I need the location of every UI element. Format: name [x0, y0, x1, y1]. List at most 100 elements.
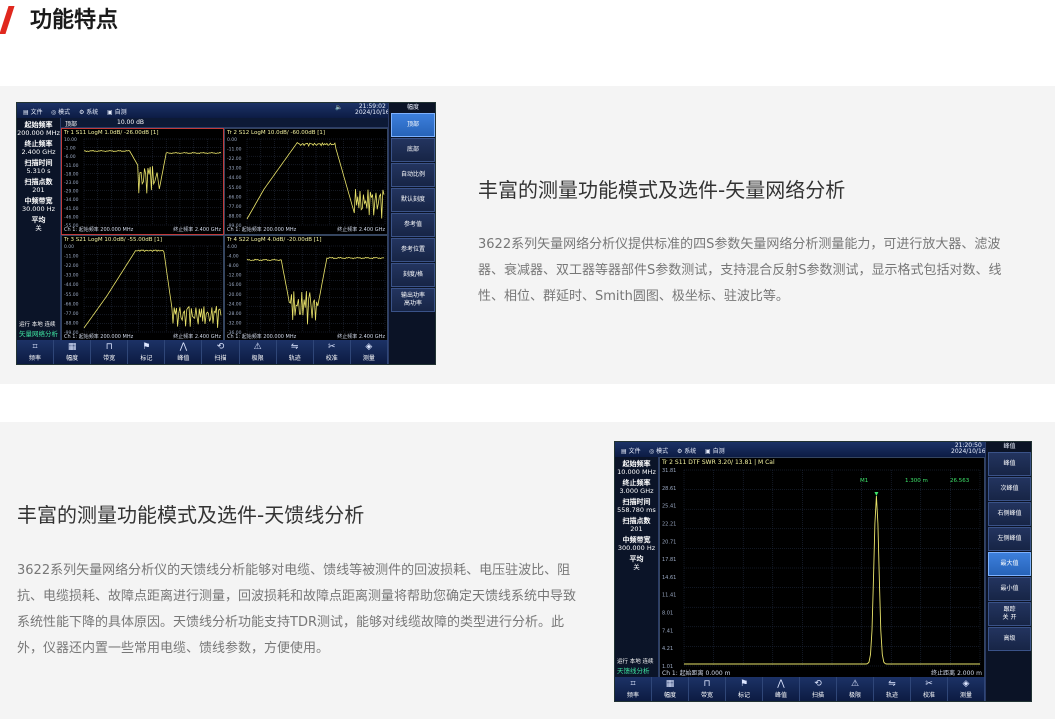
- fkey-1[interactable]: ▦ 幅度: [54, 340, 92, 364]
- param-label: 中频带宽: [622, 536, 651, 544]
- param-label: 扫描时间: [24, 159, 53, 167]
- fkey-6[interactable]: ⚠ 极限: [240, 340, 277, 364]
- fkey-label: 极限: [251, 355, 264, 362]
- softkey-menu-title: 幅度: [406, 104, 419, 111]
- param-5[interactable]: 平均关: [17, 216, 60, 232]
- softkey-2[interactable]: 右侧峰值: [988, 502, 1031, 526]
- y-tick-label: 31.81: [662, 468, 676, 474]
- y-tick-label: -4.00: [227, 254, 239, 260]
- param-1[interactable]: 终止频率 2.400 GHz: [17, 140, 60, 156]
- param-2[interactable]: 扫描时间 558.780 ms: [615, 498, 658, 514]
- softkey-3[interactable]: 左侧峰值: [988, 527, 1031, 551]
- fkey-7[interactable]: ⇋ 轨迹: [874, 677, 911, 701]
- y-tick-label: 4.00: [227, 244, 237, 250]
- menu-mode[interactable]: ◎ 模式: [51, 107, 70, 116]
- softkey-6[interactable]: 刻度/格: [391, 263, 435, 287]
- menu-file[interactable]: ▤ 文件: [23, 107, 43, 116]
- menu-system[interactable]: ⚙ 系统: [677, 446, 696, 455]
- active-param-value[interactable]: 10.00 dB: [117, 119, 144, 126]
- fkey-2[interactable]: ⊓ 带宽: [91, 340, 129, 364]
- fkey-5[interactable]: ⟲ 扫描: [800, 677, 837, 701]
- param-2[interactable]: 扫描时间 5.310 s: [17, 159, 60, 175]
- cable-screenshot: ▤ 文件 ◎ 模式 ⚙ 系统 ▣ 自测 21:20:50 2024/10/16 起…: [614, 441, 1032, 702]
- y-tick-label: -8.00: [227, 263, 239, 269]
- softkey-7[interactable]: 输出功率 高功率: [391, 288, 435, 312]
- fkey-5[interactable]: ⟲ 扫描: [202, 340, 240, 364]
- sweep-icon: ⟲: [216, 342, 225, 352]
- param-3[interactable]: 扫描点数 201: [615, 517, 658, 533]
- fkey-2[interactable]: ⊓ 带宽: [689, 677, 726, 701]
- menu-quick[interactable]: ▣ 自测: [705, 446, 725, 455]
- softkey-0[interactable]: 顶部: [391, 113, 435, 137]
- softkey-6[interactable]: 跟踪 关 开: [988, 602, 1031, 626]
- fkey-3[interactable]: ⚑ 标记: [128, 340, 166, 364]
- feature-band-cable: 丰富的测量功能模式及选件-天馈线分析 3622系列矢量网络分析仪的天馈线分析能够…: [0, 422, 1055, 719]
- y-tick-label: -11.00: [64, 254, 79, 260]
- param-0[interactable]: 起始频率 10.000 MHz: [615, 460, 658, 476]
- active-entry-bar: 顶部 10.00 dB: [61, 118, 388, 128]
- plot-area[interactable]: 31.81 28.61 25.41 22.21 20.71 17.81 14.61 11.41…: [659, 457, 985, 679]
- trace-pane-2[interactable]: 0.00 -11.00 -22.00 -33.00 -44.00 -55.00 -66.00…: [224, 128, 388, 235]
- dtf-swr-chart: 31.81 28.61 25.41 22.21 20.71 17.81 14.61 11.41…: [662, 468, 981, 670]
- param-value: 30.000 Hz: [21, 205, 56, 213]
- softkey-1[interactable]: 次峰值: [988, 477, 1031, 501]
- fkey-9[interactable]: ◈ 测量: [351, 340, 388, 364]
- softkey-1[interactable]: 底部: [391, 138, 435, 162]
- param-4[interactable]: 中频带宽 300.000 Hz: [615, 536, 658, 552]
- trace-1-footer: Ch 1: 起始频率 200.000 MHz 终止频率 2.400 GHz: [64, 227, 221, 233]
- menu-system[interactable]: ⚙ 系统: [79, 107, 98, 116]
- menu-quick[interactable]: ▣ 自测: [107, 107, 127, 116]
- trace-pane-1[interactable]: 10.00 -1.00 -6.00 -11.00 -18.00 -23.00 -29.00 -…: [61, 128, 224, 235]
- y-tick-label: -1.00: [64, 146, 76, 152]
- fkey-4[interactable]: ⋀ 峰值: [763, 677, 800, 701]
- param-0[interactable]: 起始频率 200.000 MHz: [17, 121, 60, 137]
- trace-4-chart: 4.00 -4.00 -8.00 -12.00 -16.00 -20.00 -24.00 -2…: [227, 244, 386, 336]
- softkey-menu-title: 峰值: [1003, 443, 1016, 450]
- fkey-label: 测量: [362, 355, 375, 362]
- fkey-7[interactable]: ⇋ 轨迹: [277, 340, 314, 364]
- trace-pane-3[interactable]: 0.00 -11.00 -22.00 -33.00 -44.00 -55.00 -66.00…: [61, 235, 224, 342]
- y-tick-label: -12.00: [227, 273, 242, 279]
- y-tick-label: -11.00: [227, 147, 242, 153]
- fkey-8[interactable]: ✂ 校准: [314, 340, 351, 364]
- trace-pane-4[interactable]: 4.00 -4.00 -8.00 -12.00 -16.00 -20.00 -24.00 -2…: [224, 235, 388, 342]
- param-4[interactable]: 中频带宽 30.000 Hz: [17, 197, 60, 213]
- softkey-4[interactable]: 参考值: [391, 213, 435, 237]
- fkey-label: 标记: [140, 355, 153, 362]
- y-tick-label: -66.00: [64, 301, 79, 307]
- trace-line: [246, 142, 385, 220]
- fkey-1[interactable]: ▦ 幅度: [652, 677, 689, 701]
- y-tick-label: -16.00: [227, 282, 242, 288]
- param-1[interactable]: 终止频率 3.000 GHz: [615, 479, 658, 495]
- fkey-6[interactable]: ⚠ 极限: [837, 677, 874, 701]
- softkey-5[interactable]: 参考位置: [391, 238, 435, 262]
- fkey-label: 幅度: [66, 355, 79, 362]
- trace-line: [84, 149, 222, 194]
- trace-line: [246, 256, 385, 325]
- y-tick-label: -77.00: [64, 311, 79, 317]
- softkey-0[interactable]: 峰值: [988, 452, 1031, 476]
- softkey-3[interactable]: 默认刻度: [391, 188, 435, 212]
- fkey-0[interactable]: ⌗ 频率: [17, 340, 55, 364]
- fkey-3[interactable]: ⚑ 标记: [726, 677, 763, 701]
- softkey-7[interactable]: 高级: [988, 627, 1031, 651]
- param-panel: 起始频率 10.000 MHz 终止频率 3.000 GHz 扫描时间 558.780 m…: [615, 457, 659, 679]
- softkey-2[interactable]: 自动比例: [391, 163, 435, 187]
- menu-file[interactable]: ▤ 文件: [621, 446, 641, 455]
- softkey-5[interactable]: 最小值: [988, 577, 1031, 601]
- fkey-label: 极限: [848, 692, 861, 699]
- menu-mode[interactable]: ◎ 模式: [649, 446, 668, 455]
- fkey-9[interactable]: ◈ 测量: [948, 677, 985, 701]
- measure-icon: ◈: [962, 679, 970, 689]
- y-tick-label: -23.00: [64, 180, 79, 186]
- fkey-0[interactable]: ⌗ 频率: [615, 677, 652, 701]
- param-3[interactable]: 扫描点数 201: [17, 178, 60, 194]
- y-tick-label: -44.00: [64, 282, 79, 288]
- softkey-4[interactable]: 最大值: [988, 552, 1031, 576]
- y-tick-label: -77.00: [227, 204, 242, 210]
- fkey-4[interactable]: ⋀ 峰值: [165, 340, 203, 364]
- param-5[interactable]: 平均关: [615, 555, 658, 571]
- fkey-label: 测量: [959, 692, 972, 699]
- trace-3-header: Tr 3 S21 LogM 10.0dB/ -55.00dB [1]: [64, 237, 163, 243]
- fkey-8[interactable]: ✂ 校准: [911, 677, 948, 701]
